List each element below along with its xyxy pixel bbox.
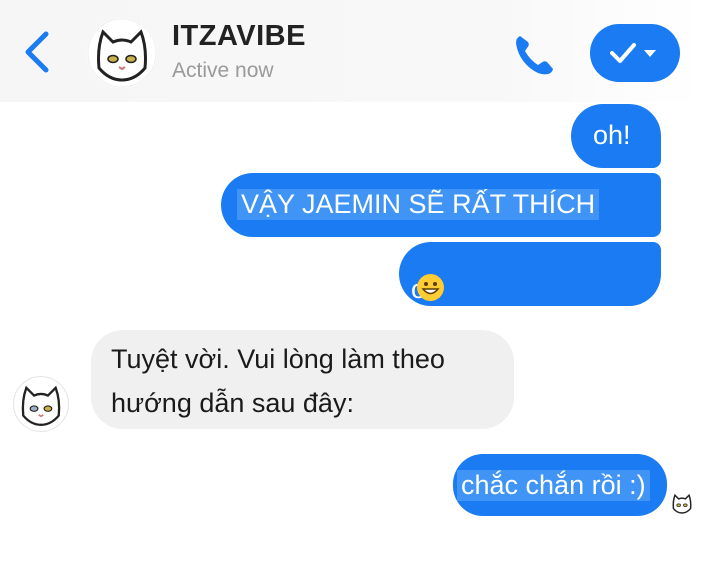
contact-avatar-small[interactable] <box>13 376 69 432</box>
message-bubble-incoming[interactable]: Tuyệt vời. Vui lòng làm theo hướng dẫn s… <box>91 330 514 429</box>
message-bubble-outgoing[interactable]: chắc chắn rồi :) <box>453 454 667 516</box>
message-bubble-outgoing[interactable]: VẬY JAEMIN SẼ RẤT THÍCH <box>221 173 661 237</box>
message-bubble-outgoing[interactable]: oh! <box>571 104 661 168</box>
seen-receipt-avatar-icon <box>672 493 692 514</box>
message-text: oh! <box>593 120 631 150</box>
cat-avatar-icon <box>87 18 157 88</box>
back-arrow-icon[interactable] <box>20 30 56 74</box>
message-text-line: Tuyệt vời. Vui lòng làm theo <box>111 344 445 374</box>
message-bubble-outgoing[interactable]: ok tui sẽ lấy nó <box>399 242 661 428</box>
message-text: VẬY JAEMIN SẼ RẤT THÍCH <box>237 189 600 220</box>
active-status: Active now <box>172 59 274 82</box>
phone-call-icon[interactable] <box>510 30 558 78</box>
chat-header: ITZAVIBE Active now <box>0 0 704 102</box>
options-dropdown-button[interactable] <box>590 24 680 82</box>
checkmark-dropdown-icon <box>610 43 656 63</box>
contact-name: ITZAVIBE <box>172 20 306 52</box>
cat-avatar-icon <box>21 385 61 426</box>
message-text-line: hướng dẫn sau đây: <box>111 388 354 418</box>
contact-avatar[interactable] <box>87 18 157 88</box>
message-text: chắc chắn rồi :) <box>457 470 650 501</box>
grinning-face-emoji-icon <box>417 274 444 301</box>
